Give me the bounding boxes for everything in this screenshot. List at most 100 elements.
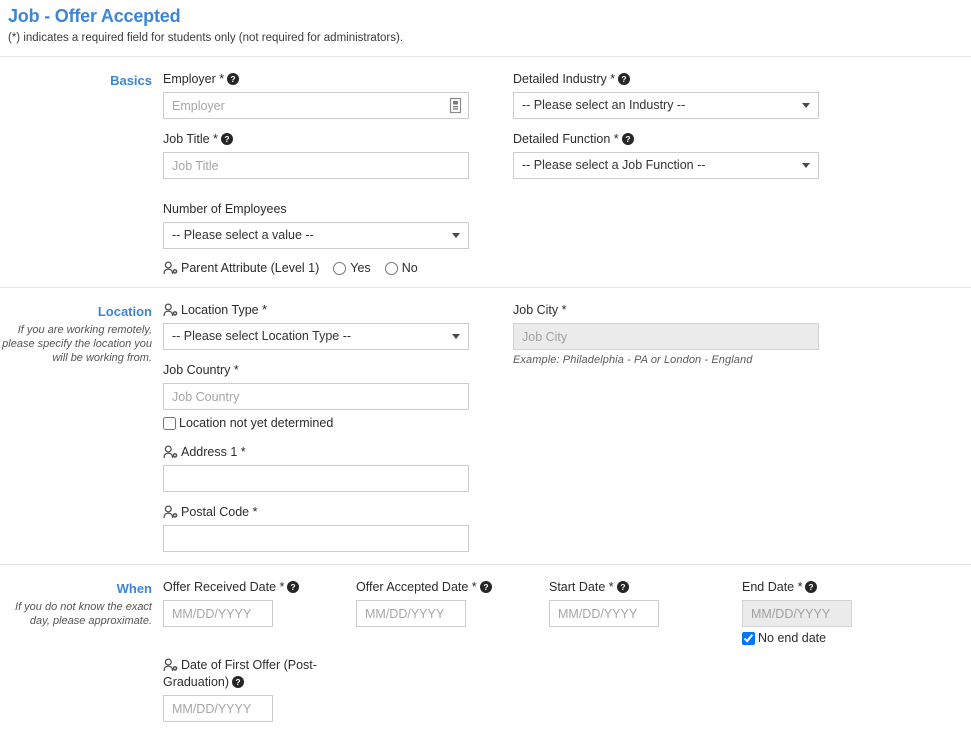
location-right-column: Job City * Example: Philadelphia - PA or… [513, 302, 863, 552]
help-icon[interactable]: ? [479, 581, 492, 593]
number-of-employees-select-wrap: -- Please select a value -- [163, 222, 469, 249]
job-title-label-text: Job Title * [163, 132, 218, 146]
field-number-of-employees: Number of Employees -- Please select a v… [163, 201, 513, 249]
field-offer-accepted-date: Offer Accepted Date *? [356, 579, 549, 645]
help-icon[interactable]: ? [232, 676, 245, 688]
help-icon[interactable]: ? [621, 133, 634, 145]
end-date-label-text: End Date * [742, 580, 803, 594]
parent-attribute-yes-label: Yes [350, 261, 371, 275]
postal-code-input[interactable] [163, 525, 469, 552]
field-employer: Employer *? [163, 71, 513, 119]
section-location-label: Location If you are working remotely, pl… [0, 302, 163, 552]
job-city-label: Job City * [513, 303, 567, 317]
number-of-employees-select[interactable]: -- Please select a value -- [163, 222, 469, 249]
parent-attribute-option-no[interactable]: No [384, 261, 418, 275]
offer-received-date-input[interactable] [163, 600, 273, 627]
start-date-label-text: Start Date * [549, 580, 614, 594]
field-address1: Address 1 * [163, 444, 513, 492]
location-type-label-text: Location Type * [181, 303, 267, 317]
detailed-industry-label: Detailed Industry *? [513, 71, 863, 88]
section-when: When If you do not know the exact day, p… [0, 565, 971, 734]
svg-text:?: ? [235, 677, 240, 687]
section-location: Location If you are working remotely, pl… [0, 288, 971, 564]
person-attribute-icon [163, 303, 178, 317]
detailed-industry-label-text: Detailed Industry * [513, 72, 616, 86]
help-icon[interactable]: ? [220, 133, 233, 145]
when-dates-row: Offer Received Date *? Offer Accepted Da… [163, 579, 971, 645]
help-icon[interactable]: ? [287, 581, 300, 593]
field-date-of-first-offer: Date of First Offer (Post-Graduation)? [163, 657, 971, 722]
basics-left-column: Employer *? Employer Job Title * ? Job T… [163, 71, 513, 275]
svg-text:?: ? [224, 134, 229, 144]
person-attribute-icon [163, 505, 178, 519]
location-not-determined-row: Location not yet determined [163, 416, 513, 430]
field-offer-received-date: Offer Received Date *? [163, 579, 356, 645]
detailed-function-label-text: Detailed Function * [513, 132, 619, 146]
basics-right-column: Detailed Industry *? -- Please select an… [513, 71, 863, 275]
job-country-input[interactable] [163, 383, 469, 410]
offer-received-date-label-text: Offer Received Date * [163, 580, 285, 594]
address1-input[interactable] [163, 465, 469, 492]
date-of-first-offer-input[interactable] [163, 695, 273, 722]
location-left-column: Location Type * -- Please select Locatio… [163, 302, 513, 552]
number-of-employees-label: Number of Employees [163, 202, 287, 216]
field-detailed-function: Detailed Function *? -- Please select a … [513, 131, 863, 179]
field-start-date: Start Date *? [549, 579, 742, 645]
parent-attribute-radio-no[interactable] [384, 261, 398, 275]
field-end-date: End Date *? No end date [742, 579, 935, 645]
address1-label-text: Address 1 * [181, 445, 246, 459]
help-icon[interactable]: ? [618, 73, 631, 85]
section-when-label: When If you do not know the exact day, p… [0, 579, 163, 722]
no-end-date-checkbox[interactable] [742, 631, 755, 645]
svg-text:?: ? [483, 582, 488, 592]
section-basics-fields: Employer *? Employer Job Title * ? Job T… [163, 71, 971, 275]
job-country-label: Job Country * [163, 363, 239, 377]
employer-label-text: Employer * [163, 72, 225, 86]
end-date-input[interactable] [742, 600, 852, 627]
page-title: Job - Offer Accepted [8, 6, 181, 26]
field-postal-code: Postal Code * [163, 504, 513, 552]
location-not-determined-checkbox[interactable] [163, 416, 176, 430]
no-end-date-row: No end date [742, 631, 935, 645]
help-icon[interactable]: ? [805, 581, 818, 593]
svg-text:?: ? [625, 134, 630, 144]
person-attribute-icon [163, 261, 178, 275]
field-location-type: Location Type * -- Please select Locatio… [163, 302, 513, 350]
parent-attribute-option-yes[interactable]: Yes [333, 261, 371, 275]
field-job-title: Job Title *? [163, 131, 513, 179]
location-type-select[interactable]: -- Please select Location Type -- [163, 323, 469, 350]
date-of-first-offer-label: Date of First Offer (Post-Graduation)? [163, 657, 348, 691]
parent-attribute-label: Parent Attribute (Level 1) [181, 261, 320, 275]
detailed-function-select[interactable]: -- Please select a Job Function -- [513, 152, 819, 179]
help-icon[interactable]: ? [616, 581, 629, 593]
job-title-input[interactable] [163, 152, 469, 179]
svg-text:?: ? [291, 582, 296, 592]
postal-code-label-text: Postal Code * [181, 505, 258, 519]
detailed-function-label: Detailed Function *? [513, 131, 863, 148]
section-when-title: When [116, 581, 152, 596]
section-location-hint: If you are working remotely, please spec… [2, 324, 152, 364]
detailed-industry-select[interactable]: -- Please select an Industry -- [513, 92, 819, 119]
job-city-input[interactable] [513, 323, 819, 350]
location-type-select-wrap: -- Please select Location Type -- [163, 323, 469, 350]
employer-label: Employer *? [163, 71, 513, 88]
location-not-determined-label: Location not yet determined [179, 416, 334, 430]
job-city-example-note: Example: Philadelphia - PA or London - E… [513, 354, 753, 366]
person-attribute-icon [163, 658, 178, 672]
field-detailed-industry: Detailed Industry *? -- Please select an… [513, 71, 863, 119]
section-location-fields: Location Type * -- Please select Locatio… [163, 302, 971, 552]
start-date-input[interactable] [549, 600, 659, 627]
help-icon[interactable]: ? [227, 73, 240, 85]
employer-input-wrap [163, 92, 469, 119]
parent-attribute-radio-yes[interactable] [333, 261, 347, 275]
offer-accepted-date-input[interactable] [356, 600, 466, 627]
location-type-label: Location Type * [163, 302, 513, 319]
page-header: Job - Offer Accepted (*) indicates a req… [0, 0, 971, 56]
no-end-date-label: No end date [758, 631, 827, 645]
employer-input[interactable] [163, 92, 469, 119]
field-parent-attribute: Parent Attribute (Level 1) Yes No [163, 261, 513, 275]
offer-received-date-label: Offer Received Date *? [163, 579, 356, 596]
offer-accepted-date-label-text: Offer Accepted Date * [356, 580, 477, 594]
section-location-title: Location [97, 304, 152, 319]
parent-attribute-no-label: No [401, 261, 418, 275]
